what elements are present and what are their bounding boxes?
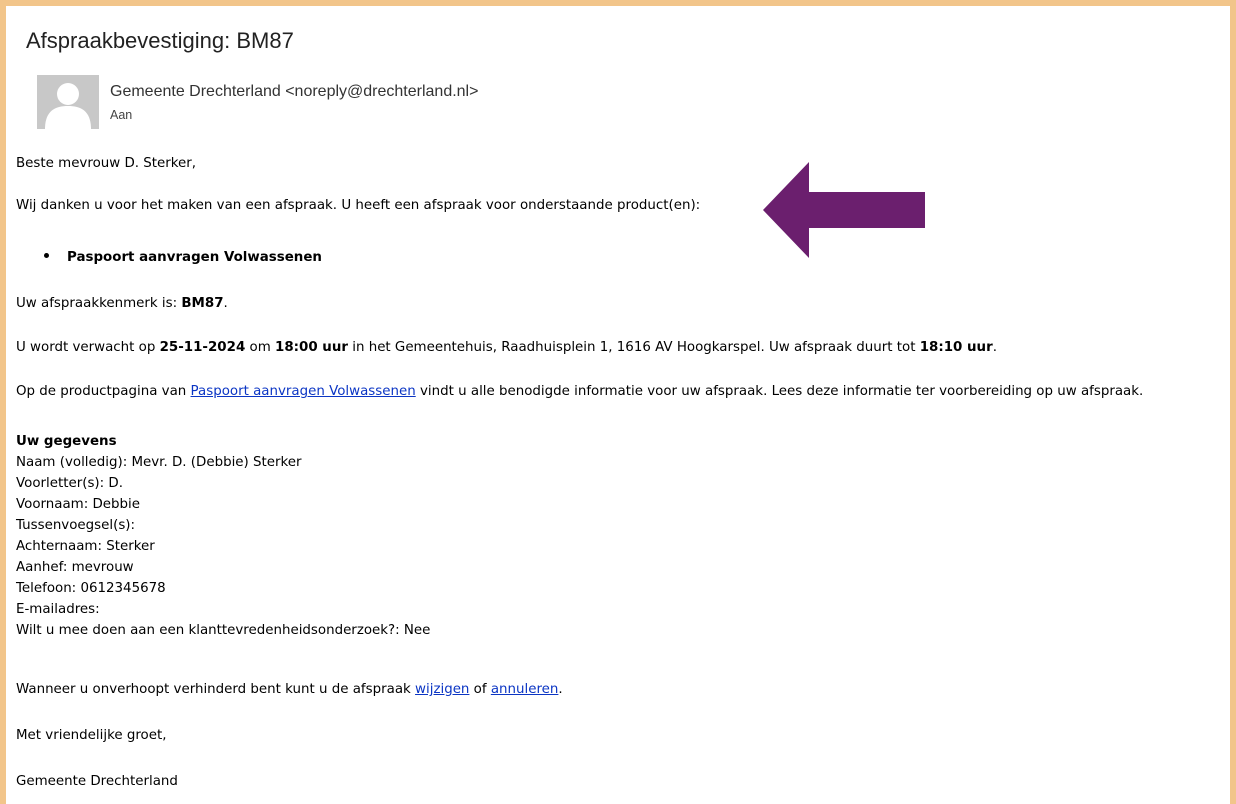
change-appointment-link[interactable]: wijzigen: [415, 682, 469, 697]
detail-row: Voorletter(s): D.: [16, 476, 123, 491]
detail-row: Naam (volledig): Mevr. D. (Debbie) Sterk…: [16, 455, 302, 470]
detail-row: E-mailadres:: [16, 602, 100, 617]
personal-details: Uw gegevens Naam (volledig): Mevr. D. (D…: [16, 432, 430, 642]
details-heading-text: Uw gegevens: [16, 434, 117, 449]
appointment-text-1: U wordt verwacht op: [16, 340, 160, 355]
signature: Gemeente Drechterland: [16, 774, 178, 789]
appointment-time: 18:00 uur: [275, 340, 348, 355]
product-page-text-1: Op de productpagina van: [16, 384, 191, 399]
details-heading: Uw gegevens: [16, 432, 430, 453]
product-page-text-2: vindt u alle benodigde informatie voor u…: [415, 384, 1144, 399]
email-window: Afspraakbevestiging: BM87 Gemeente Drech…: [0, 0, 1236, 804]
bullet-icon: [44, 252, 49, 258]
appointment-text-4: .: [992, 340, 997, 355]
cancel-appointment-link[interactable]: annuleren: [491, 682, 559, 697]
reference-prefix: Uw afspraakkenmerk is:: [16, 296, 182, 311]
detail-row: Wilt u mee doen aan een klanttevredenhei…: [16, 623, 431, 638]
detail-row: Telefoon: 0612345678: [16, 581, 166, 596]
reference-code: BM87: [181, 296, 224, 311]
change-line: Wanneer u onverhoopt verhinderd bent kun…: [16, 680, 563, 700]
appointment-date: 25-11-2024: [159, 340, 246, 355]
recipient-label[interactable]: Aan: [110, 108, 132, 122]
left-arrow-icon: [763, 162, 925, 258]
product-item-label: Paspoort aanvragen Volwassenen: [67, 250, 322, 265]
appointment-text-2: om: [245, 340, 276, 355]
change-text-3: .: [558, 682, 563, 697]
appointment-line: U wordt verwacht op 25-11-2024 om 18:00 …: [16, 338, 997, 358]
product-page-line: Op de productpagina van Paspoort aanvrag…: [16, 382, 1143, 402]
sender-address[interactable]: Gemeente Drechterland <noreply@drechterl…: [110, 83, 478, 101]
appointment-text-3: in het Gemeentehuis, Raadhuisplein 1, 16…: [347, 340, 920, 355]
change-text-1: Wanneer u onverhoopt verhinderd bent kun…: [16, 682, 416, 697]
reference-suffix: .: [223, 296, 228, 311]
greeting: Beste mevrouw D. Sterker,: [16, 156, 197, 171]
reference-line: Uw afspraakkenmerk is: BM87.: [16, 294, 228, 314]
detail-row: Achternaam: Sterker: [16, 539, 155, 554]
detail-row: Tussenvoegsel(s):: [16, 518, 136, 533]
detail-row: Aanhef: mevrouw: [16, 560, 134, 575]
appointment-end-time: 18:10 uur: [919, 340, 993, 355]
thanks-line: Wij danken u voor het maken van een afsp…: [16, 198, 701, 213]
product-page-link[interactable]: Paspoort aanvragen Volwassenen: [191, 384, 416, 399]
email-subject: Afspraakbevestiging: BM87: [26, 28, 294, 53]
change-text-2: of: [469, 682, 491, 697]
product-list-item: Paspoort aanvragen Volwassenen: [44, 248, 322, 268]
detail-row: Voornaam: Debbie: [16, 497, 140, 512]
sender-avatar-icon: [37, 75, 99, 129]
closing-line: Met vriendelijke groet,: [16, 728, 167, 743]
